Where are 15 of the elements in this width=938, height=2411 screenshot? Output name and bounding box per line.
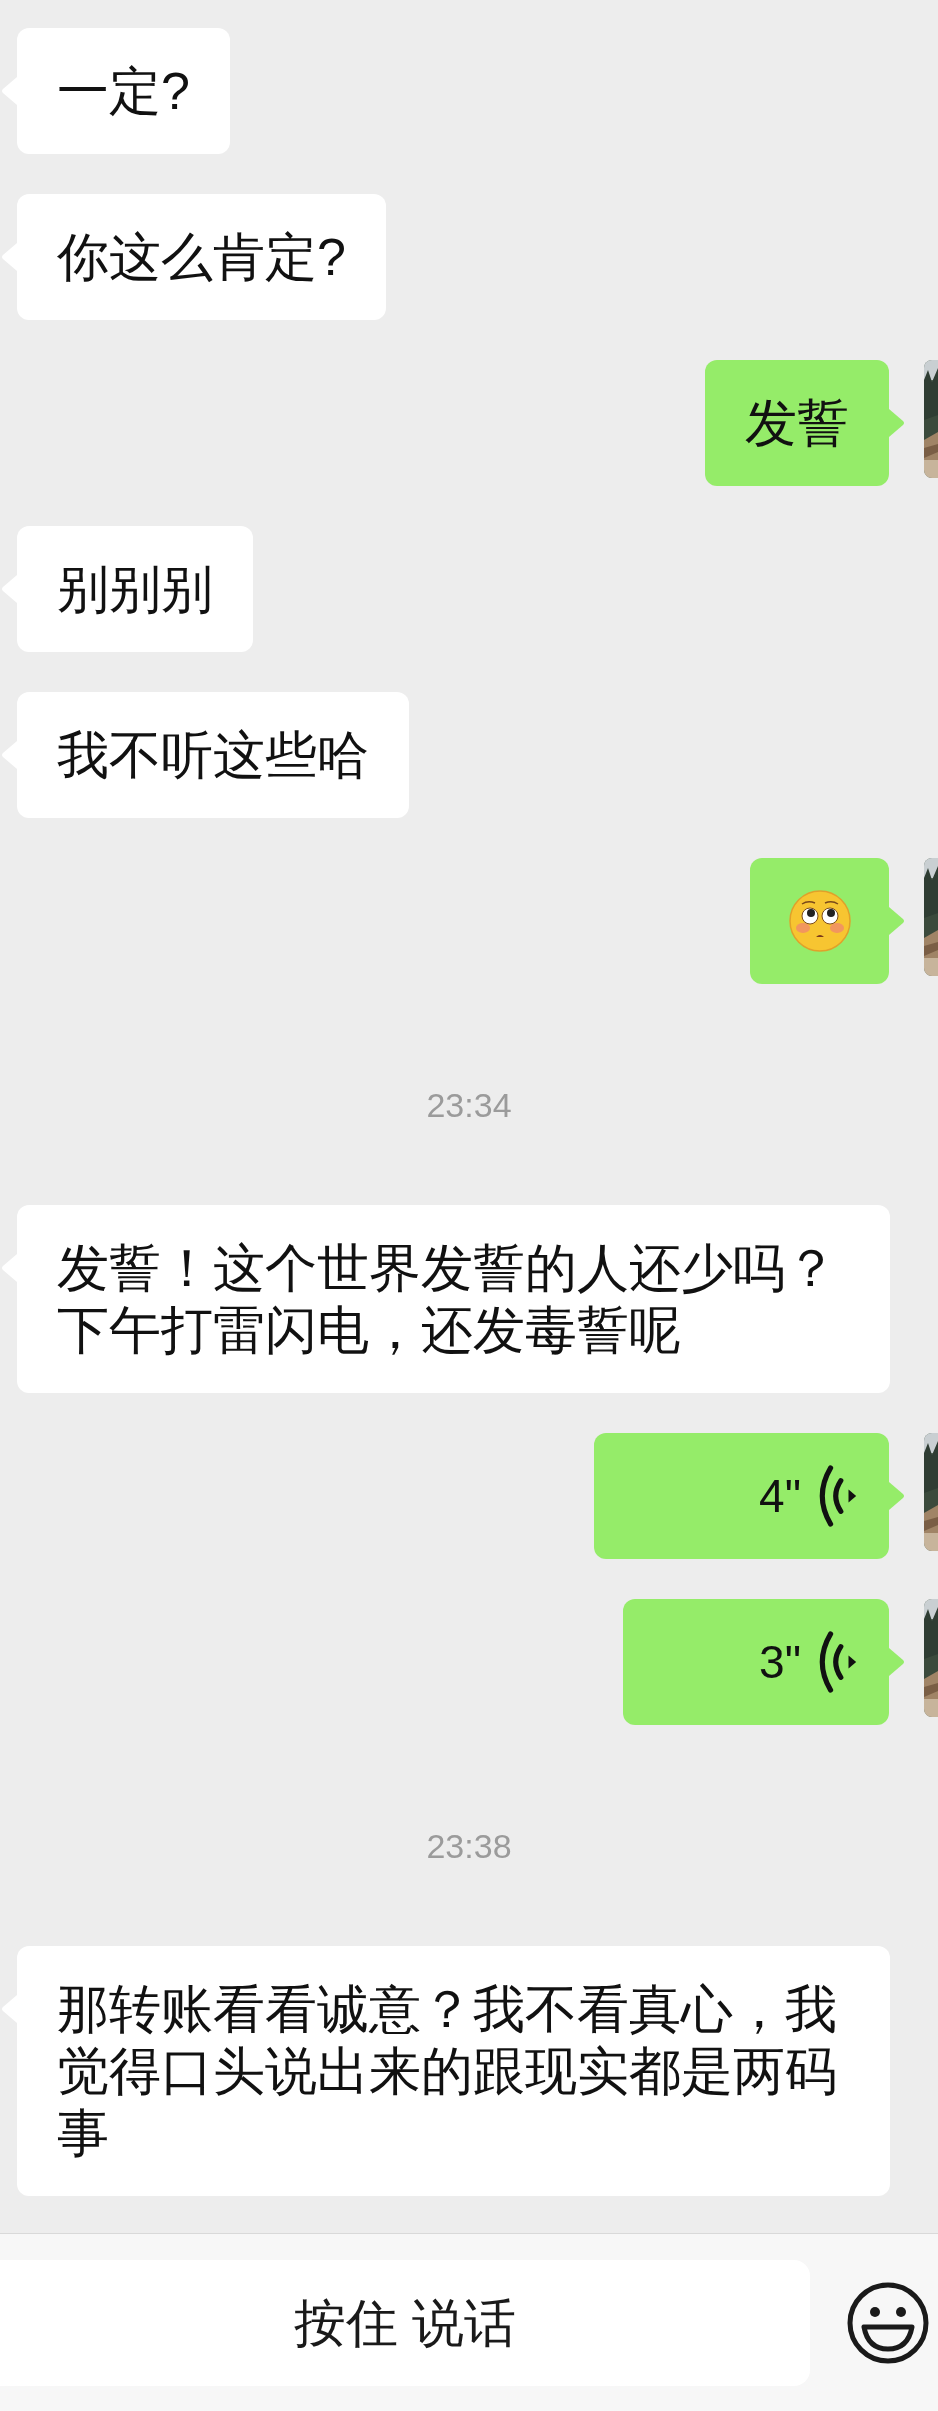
message-bubble: 我不听这些哈 — [17, 692, 409, 818]
hold-to-talk-button[interactable]: 按住 说话 — [0, 2259, 810, 2386]
message-bubble: 你这么肯定? — [17, 194, 386, 320]
voice-duration: 3" — [759, 1634, 801, 1690]
message-bubble: 那转账看看诚意？我不看真心，我觉得口头说出来的跟现实都是两码事 — [17, 1946, 890, 2196]
message-bubble: 发誓 — [705, 360, 889, 486]
voice-duration: 4" — [759, 1468, 801, 1524]
bubble-tail — [889, 409, 905, 437]
message-bubble: 发誓！这个世界发誓的人还少吗？下午打雷闪电，还发毒誓呢 — [17, 1205, 890, 1393]
timestamp: 23:38 — [426, 1826, 512, 1866]
timestamp: 23:34 — [426, 1085, 512, 1125]
message-bubble: 别别别 — [17, 526, 253, 652]
flushed-face-icon — [788, 890, 851, 952]
emoji-icon[interactable] — [846, 2280, 930, 2365]
message-bubble: 一定? — [17, 28, 230, 154]
